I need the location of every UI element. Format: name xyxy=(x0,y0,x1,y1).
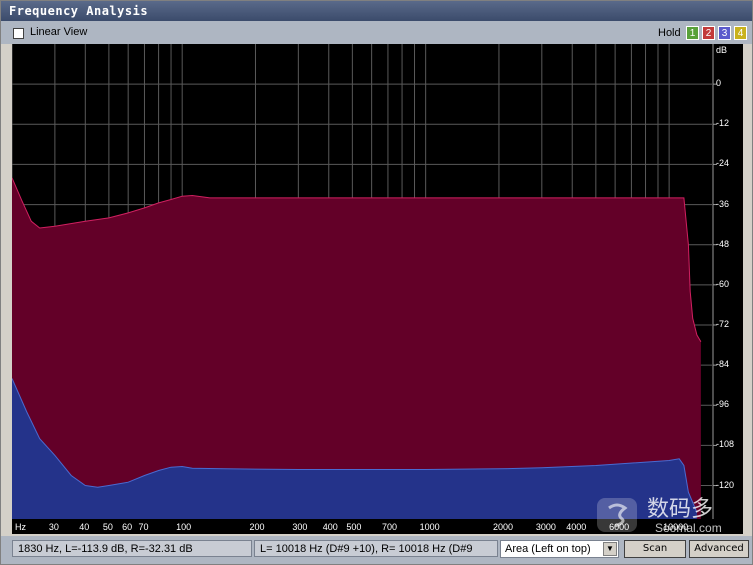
frequency-analysis-window: Frequency Analysis Linear View Hold 1 2 … xyxy=(0,0,753,565)
hz-tick-label: 70 xyxy=(138,522,149,532)
display-mode-value: Area (Left on top) xyxy=(505,543,591,555)
db-tick-label: -36 xyxy=(716,198,730,209)
chevron-down-icon[interactable]: ▼ xyxy=(603,542,617,556)
hz-unit-label: Hz xyxy=(15,522,26,532)
hz-tick-label: 1000 xyxy=(419,522,440,532)
hold-button-1[interactable]: 1 xyxy=(686,26,699,40)
watermark: 数码多 Soomal.com xyxy=(595,494,750,536)
hz-tick-label: 50 xyxy=(102,522,113,532)
watermark-domain: Soomal.com xyxy=(655,521,722,535)
toolbar: Linear View Hold 1 2 3 4 xyxy=(1,21,752,44)
hold-button-4[interactable]: 4 xyxy=(734,26,747,40)
db-tick-label: -84 xyxy=(716,359,730,370)
hz-tick-label: 200 xyxy=(249,522,265,532)
db-tick-label: -48 xyxy=(716,238,730,249)
window-title: Frequency Analysis xyxy=(9,4,149,18)
display-mode-select[interactable]: Area (Left on top) ▼ xyxy=(500,540,619,558)
hz-tick-label: 300 xyxy=(292,522,308,532)
linear-view-checkbox[interactable] xyxy=(13,28,24,39)
hz-tick-label: 400 xyxy=(322,522,338,532)
db-tick-label: -108 xyxy=(716,439,735,450)
scan-button[interactable]: Scan xyxy=(624,540,686,558)
hz-tick-label: 3000 xyxy=(535,522,556,532)
linear-view-label[interactable]: Linear View xyxy=(30,26,87,38)
db-tick-label: -12 xyxy=(716,118,730,129)
peak-readout: L= 10018 Hz (D#9 +10), R= 10018 Hz (D#9 xyxy=(254,540,498,557)
spectrum-chart xyxy=(12,44,743,534)
hz-tick-label: 100 xyxy=(176,522,192,532)
status-bar: 1830 Hz, L=-113.9 dB, R=-32.31 dB L= 100… xyxy=(1,536,752,564)
hold-button-3[interactable]: 3 xyxy=(718,26,731,40)
watermark-brand: 数码多 xyxy=(647,497,713,522)
hz-tick-label: 2000 xyxy=(492,522,513,532)
db-tick-label: -120 xyxy=(716,479,735,490)
db-tick-label: -72 xyxy=(716,318,730,329)
advanced-button[interactable]: Advanced xyxy=(689,540,749,558)
db-tick-label: -60 xyxy=(716,278,730,289)
spectrum-plot[interactable]: dB 0 -12 -24 -36 -48 -60 -72 -84 -96 -108 -120 Hz 30… xyxy=(12,44,743,534)
hz-tick-label: 40 xyxy=(79,522,90,532)
db-tick-label: 0 xyxy=(716,78,722,89)
hz-tick-label: 700 xyxy=(381,522,397,532)
db-tick-label: -96 xyxy=(716,399,730,410)
hz-tick-label: 4000 xyxy=(566,522,587,532)
db-unit-label: dB xyxy=(716,45,728,55)
cursor-readout: 1830 Hz, L=-113.9 dB, R=-32.31 dB xyxy=(12,540,252,557)
hold-button-2[interactable]: 2 xyxy=(702,26,715,40)
db-tick-label: -24 xyxy=(716,158,730,169)
hz-tick-label: 500 xyxy=(346,522,362,532)
title-bar[interactable]: Frequency Analysis xyxy=(1,1,752,21)
hz-tick-label: 30 xyxy=(48,522,59,532)
watermark-graphic: 数码多 Soomal.com xyxy=(597,497,722,535)
hz-tick-label: 60 xyxy=(122,522,133,532)
hold-label: Hold xyxy=(658,27,681,39)
